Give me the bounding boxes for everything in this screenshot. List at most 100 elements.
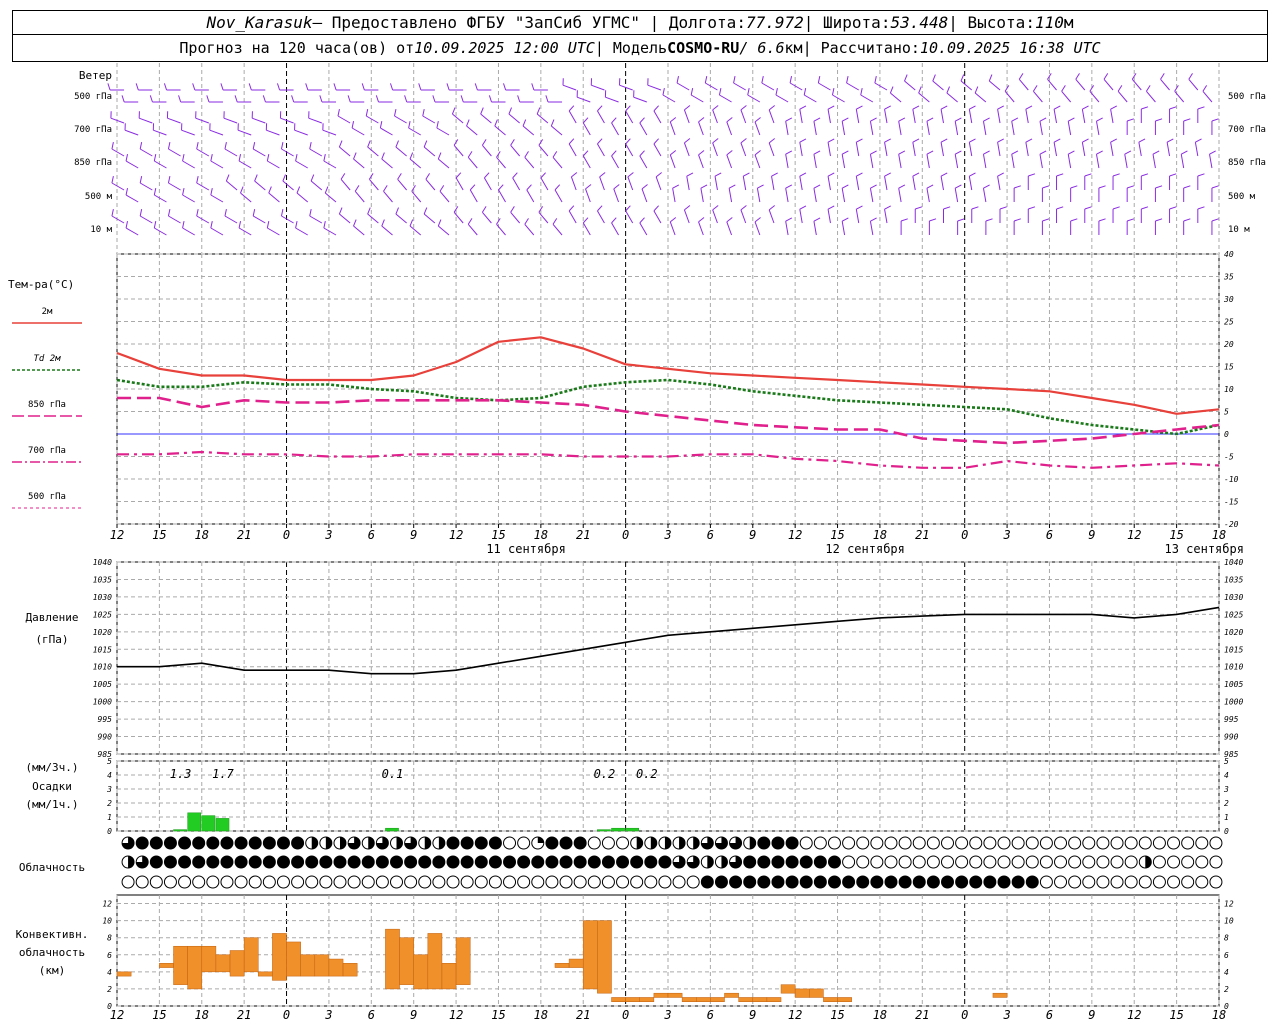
pressure-ytick-right: 1040 [1224,558,1243,567]
cloud-symbol [757,875,771,889]
wind-barb [898,188,902,203]
wind-barb-flag [969,172,976,177]
wind-barb-flag [295,154,298,162]
wind-barb [125,160,139,169]
cloud-symbol [827,875,841,889]
x-tick-label-bottom: 9 [410,1008,417,1022]
cloud-title: Облачность [19,861,85,874]
wind-barb-flag [684,205,691,211]
cloud-symbol [291,875,305,889]
cloud-symbol [601,855,615,869]
wind-barb-flag [817,76,821,84]
wind-barb [1061,90,1072,103]
wind-barb-flag [954,150,962,155]
x-tick-label: 0 [961,528,968,542]
wind-barb-flag [480,107,484,115]
wind-barb [1209,154,1213,169]
wind-barb-flag [856,105,863,110]
wind-barb [252,215,266,224]
precip-bar [187,812,202,832]
conv-bar [724,992,739,998]
wind-barb-flag [904,74,908,82]
wind-barb [512,177,521,191]
cloud-symbol [672,875,686,889]
wind-barb [625,210,634,224]
wind-barb-flag [210,154,213,162]
x-tick-label: 3 [1002,528,1010,542]
wind-barb [898,154,902,169]
wind-barb-flag [1042,218,1050,222]
date-label: 13 сентября [1164,542,1243,556]
wind-barb-flag [698,117,705,123]
cloud-symbol [813,875,827,889]
wind-barb [611,155,619,169]
wind-barb-flag [379,121,383,129]
cloud-symbol [248,836,262,850]
x-tick-label-bottom: 6 [707,1008,714,1022]
x-tick-label: 15 [152,528,166,542]
wind-barb-flag [1053,105,1061,110]
wind-barb-flag [940,172,948,177]
wind-barb-flag [1053,138,1061,143]
conv-bar [639,997,655,1002]
wind-level-label-right: 500 гПа [1228,92,1266,102]
cloud-symbol [234,875,248,889]
temp-ytick-right: 25 [1224,318,1234,327]
wind-barb-flag [1075,73,1080,80]
wind-barb [524,156,535,169]
precip-ytick-right: 3 [1223,785,1229,794]
wind-barb-flag [874,76,877,84]
precip-ytick-right: 2 [1224,799,1229,808]
cloud-symbol [1110,855,1124,869]
conv-bar [597,920,612,994]
wind-barb [196,215,210,224]
x-tick-label-bottom: 15 [491,1008,505,1022]
conv-bar [272,933,287,981]
wind-barb-flag [409,219,414,227]
wind-barb [785,188,789,203]
temp-legend-label: 2м [42,307,53,317]
wind-barb-flag [404,95,408,103]
cloud-symbol [1209,855,1223,869]
wind-barb-flag [1117,85,1123,92]
wind-barb [409,225,422,236]
x-tick-label-bottom: 15 [1169,1008,1183,1022]
cloud-symbol [799,855,813,869]
cloud-symbol [488,855,502,869]
wind-barb-flag [153,154,157,162]
wind-barb-flag [323,154,326,162]
cloud-symbol [616,875,630,889]
wind-barb-flag [266,221,270,229]
wind-barb-flag [653,138,659,145]
wind-barb [653,210,662,224]
precip-ytick: 1 [107,813,112,822]
cloud-symbol [178,836,192,850]
wind-barb-flag [1124,150,1132,155]
wind-barb [799,176,803,191]
wind-barb [353,225,365,236]
wind-barb-flag [740,105,747,111]
cloud-symbol [276,875,290,889]
conv-bar [611,997,626,1002]
wind-barb-flag [1067,117,1075,122]
cloud-symbol [503,875,517,889]
wind-barb-flag [912,172,920,177]
wind-barb [310,180,323,191]
temp-title: Тем-ра(°С) [8,278,74,291]
cloud-symbol-fill [650,837,657,849]
wind-level-label-right: 500 м [1228,192,1256,202]
wind-barb-flag [915,206,923,210]
wind-barb-flag [135,83,139,91]
precip-bar [385,827,399,832]
precip-unit-3h: (мм/3ч.) [26,761,79,774]
cloud-symbol [785,875,799,889]
wind-barb [1067,121,1072,136]
cloud-symbol [630,855,644,869]
wind-barb-flag [554,184,561,191]
wind-barb [676,82,690,91]
wind-barb-flag [446,83,450,91]
temp-ytick-right: -15 [1224,498,1239,507]
wind-barb-flag [870,217,877,222]
cloud-symbol [983,836,997,850]
wind-barb-flag [510,139,515,146]
